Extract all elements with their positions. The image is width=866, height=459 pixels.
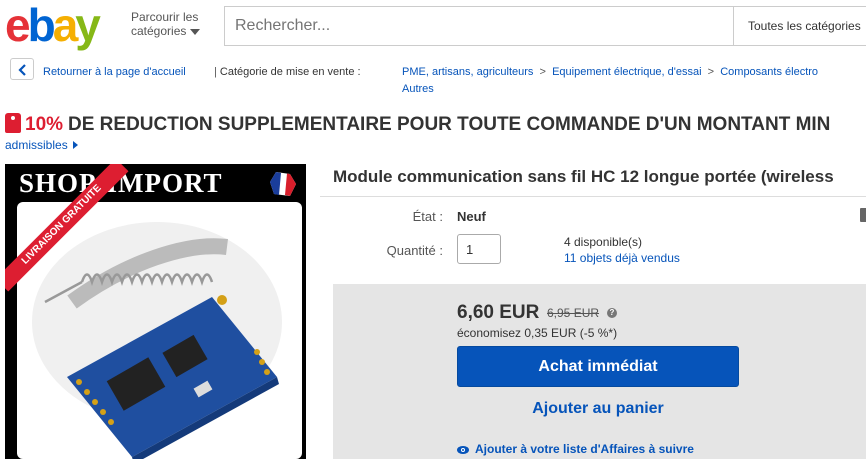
promo-banner: 10% DE REDUCTION SUPPLEMENTAIRE POUR TOU… (5, 112, 866, 138)
hc12-module-illustration (32, 222, 282, 459)
product-title: Module communication sans fil HC 12 long… (333, 167, 834, 186)
logo-letter-y: y (75, 0, 101, 51)
logo-letter-b: b (27, 0, 56, 51)
eye-icon (457, 445, 469, 454)
header: ebay Parcourir les catégories Toutes les… (0, 0, 866, 52)
logo-letter-e: e (5, 0, 31, 51)
category-label: Catégorie de mise en vente : (219, 66, 361, 78)
state-value: Neuf (457, 209, 486, 224)
search-bar: Toutes les catégories (224, 6, 866, 46)
old-price: 6,95 EUR (547, 306, 600, 320)
promo-percent: 10% (25, 114, 64, 135)
breadcrumb-item-autres[interactable]: Autres (402, 83, 434, 95)
logo-letter-a: a (52, 0, 79, 51)
available-count: 4 disponible(s) (564, 235, 643, 249)
share-icon[interactable] (860, 208, 866, 222)
arrow-right-icon (72, 141, 78, 149)
separator: > (701, 66, 721, 78)
back-button[interactable] (10, 58, 34, 80)
buy-now-button[interactable]: Achat immédiat (457, 346, 739, 387)
search-category-select[interactable]: Toutes les catégories (733, 7, 866, 45)
price-tag-icon (5, 113, 21, 133)
quantity-label: Quantité : (386, 243, 443, 258)
buy-box: 6,60 EUR 6,95 EUR ? économisez 0,35 EUR … (333, 284, 866, 459)
watchlist-label: Ajouter à votre liste d'Affaires à suivr… (475, 442, 694, 456)
category-label-group: | Catégorie de mise en vente : (214, 66, 361, 78)
browse-categories-button[interactable]: Parcourir les catégories (131, 10, 201, 38)
separator: > (533, 66, 553, 78)
price: 6,60 EUR (457, 302, 540, 323)
breadcrumb-trail: PME, artisans, agriculteurs > Equipement… (402, 66, 818, 78)
quantity-input[interactable] (457, 234, 501, 264)
breadcrumb-item-pme[interactable]: PME, artisans, agriculteurs (402, 66, 533, 78)
france-flag-icon (270, 172, 296, 196)
breadcrumb-item-equipement[interactable]: Equipement électrique, d'essai (552, 66, 701, 78)
product-image[interactable]: SHOP-IMPORT LIVRAISON GRATUITE (5, 164, 306, 459)
sold-count-link[interactable]: 11 objets déjà vendus (564, 251, 680, 265)
back-to-home-link[interactable]: Retourner à la page d'accueil (43, 66, 186, 78)
promo-admissibles-label: admissibles (5, 138, 68, 152)
breadcrumb-item-composants[interactable]: Composants électro (720, 66, 818, 78)
savings-text: économisez 0,35 EUR (-5 %*) (457, 326, 618, 340)
chevron-left-icon (18, 64, 26, 76)
ebay-logo[interactable]: ebay (5, 0, 101, 51)
add-to-cart-link[interactable]: Ajouter au panier (457, 400, 739, 418)
state-label: État : (412, 209, 443, 224)
breadcrumb: Retourner à la page d'accueil | Catégori… (10, 58, 866, 100)
search-input[interactable] (225, 7, 733, 45)
help-icon[interactable]: ? (607, 308, 617, 318)
browse-label-line2: catégories (131, 24, 187, 38)
add-to-watchlist-link[interactable]: Ajouter à votre liste d'Affaires à suivr… (457, 442, 694, 456)
chevron-down-icon (190, 28, 201, 35)
browse-label-line1: Parcourir les (131, 10, 199, 24)
divider (320, 196, 866, 197)
promo-admissibles-link[interactable]: admissibles (5, 138, 78, 152)
product-photo (17, 202, 302, 459)
promo-text: DE REDUCTION SUPPLEMENTAIRE POUR TOUTE C… (68, 114, 831, 135)
